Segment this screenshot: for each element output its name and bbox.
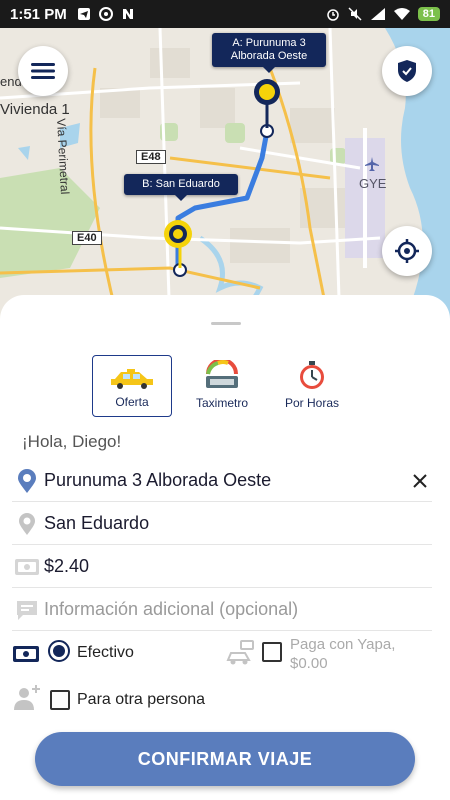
pin-b-label: B: San Eduardo [124,174,238,201]
battery-level: 81 [417,7,440,21]
cash-label: Efectivo [77,644,134,661]
service-label: Taximetro [195,396,248,410]
security-button[interactable] [382,46,432,96]
hamburger-icon [31,63,55,79]
payment-options: Efectivo Paga con Yapa, $0.00 [12,635,432,675]
wifi-icon [393,8,410,20]
taximeter-icon [206,360,238,388]
cash-radio[interactable] [48,640,70,662]
yapa-label: Paga con Yapa, $0.00 [290,636,396,672]
destination-text: San Eduardo [44,513,150,533]
confirm-trip-button[interactable]: CONFIRMAR VIAJE [35,732,415,786]
service-por-horas[interactable]: Por Horas [272,355,352,417]
additional-info-field[interactable]: Información adicional (opcional) [12,589,432,631]
additional-info-placeholder: Información adicional (opcional) [44,599,299,619]
cash-icon [13,646,39,662]
destination-pin-icon [19,512,35,535]
map-label-gye: GYE [359,176,387,191]
status-time: 1:51 PM [10,5,67,23]
map-view[interactable]: enda Vivienda 1 Vía Perimetral GYE E48 E… [0,28,450,328]
taxi-icon [111,369,153,389]
clear-origin-button[interactable] [408,469,432,493]
crosshair-icon [395,239,419,263]
shield-icon [398,60,416,82]
origin-field[interactable]: Purunuma 3 Alborada Oeste [12,460,432,502]
map-label-vivienda: Vivienda 1 [0,101,70,118]
close-icon [413,473,427,488]
menu-button[interactable] [18,46,68,96]
telegram-icon [77,8,90,20]
n-app-icon [122,9,133,19]
add-person-icon [14,685,40,710]
money-icon [15,558,39,575]
mute-icon [348,7,362,21]
trip-sheet: Oferta Taximetro Por Horas ¡Hola, Diego!… [0,295,450,800]
signal-icon [370,8,385,20]
airport-icon [365,157,379,171]
service-label: Por Horas [284,396,340,410]
origin-text: Purunuma 3 Alborada Oeste [44,470,272,490]
service-label: Oferta [115,395,149,409]
chrome-icon [98,7,113,21]
greeting: ¡Hola, Diego! [22,432,122,451]
price-text: $2.40 [44,556,90,576]
status-bar: 1:51 PM 81 [0,0,450,28]
destination-field[interactable]: San Eduardo [12,503,432,545]
yapa-car-icon [226,640,254,665]
other-person-option: Para otra persona [12,680,432,720]
sheet-handle[interactable] [211,322,241,325]
message-icon [17,600,37,620]
service-oferta[interactable]: Oferta [92,355,172,417]
other-person-checkbox[interactable] [50,690,70,710]
service-taximetro[interactable]: Taximetro [182,355,262,417]
other-person-label: Para otra persona [77,691,206,708]
alarm-icon [327,9,339,21]
yapa-checkbox[interactable] [262,642,282,662]
road-shield-e48: E48 [136,150,166,164]
price-field[interactable]: $2.40 [12,546,432,588]
service-selector: Oferta Taximetro Por Horas [92,355,352,417]
stopwatch-icon [300,361,324,389]
origin-pin-icon [18,468,36,493]
pin-a-label: A: Purunuma 3 Alborada Oeste [212,33,326,73]
locate-me-button[interactable] [382,226,432,276]
road-shield-e40: E40 [72,231,102,245]
